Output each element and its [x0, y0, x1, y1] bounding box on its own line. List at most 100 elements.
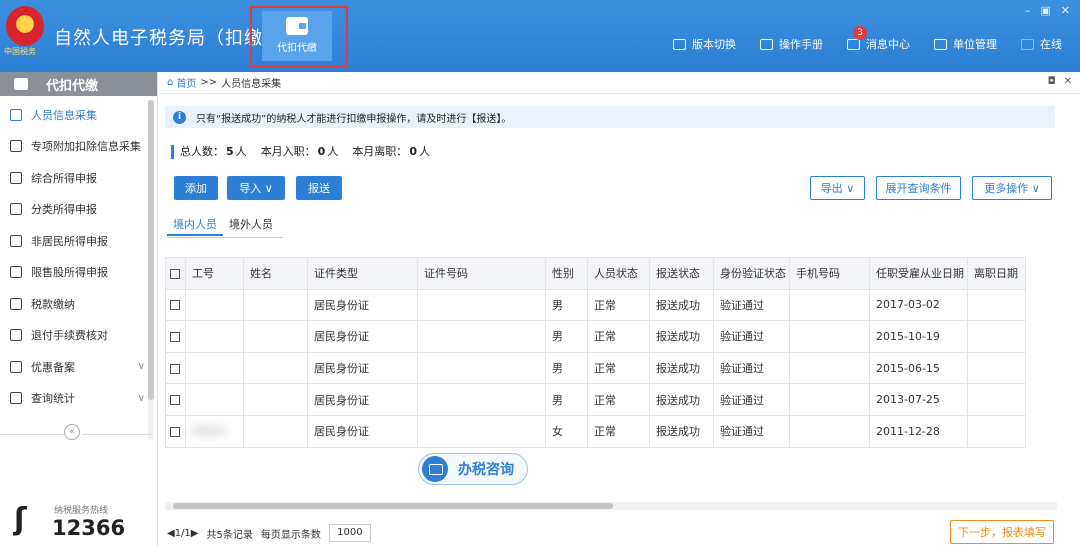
col-verify-status[interactable]: 身份验证状态	[713, 257, 790, 290]
sidebar-item-label: 退付手续费核对	[31, 329, 108, 343]
col-emp-id[interactable]: 工号	[185, 257, 244, 290]
sidebar-item-personnel-info[interactable]: 人员信息采集	[0, 99, 157, 131]
cell-name	[243, 288, 308, 322]
message-center-link[interactable]: 3 消息中心	[847, 26, 910, 52]
col-status[interactable]: 人员状态	[587, 257, 650, 290]
col-id-type[interactable]: 证件类型	[307, 257, 418, 290]
row-checkbox[interactable]	[165, 383, 186, 416]
tax-consult-button[interactable]: 办税咨询	[418, 453, 528, 485]
col-leave-date[interactable]: 离职日期	[967, 257, 1026, 290]
cell-status: 正常	[587, 288, 650, 322]
divider	[82, 434, 152, 435]
cell-name	[243, 414, 308, 448]
maximize-button[interactable]: ▣	[1040, 4, 1050, 17]
table-row[interactable]: F0031 居民身份证 女 正常 报送成功 验证通过 2011-12-28	[165, 414, 1026, 448]
cell-phone	[789, 414, 870, 448]
manual-icon	[760, 38, 773, 50]
checkbox-icon	[170, 331, 180, 342]
more-actions-button[interactable]: 更多操作 ∨	[972, 176, 1052, 200]
per-page-input[interactable]: 1000	[328, 524, 371, 542]
version-switch-link[interactable]: 版本切换	[673, 36, 736, 52]
hotline-logo-icon: ʃ	[14, 502, 27, 537]
sidebar-item-restricted-stock[interactable]: 限售股所得申报	[0, 257, 157, 289]
cell-leave-date	[967, 288, 1026, 322]
row-checkbox[interactable]	[165, 288, 186, 322]
cell-verify-status: 验证通过	[713, 288, 790, 322]
submit-button[interactable]: 报送	[296, 176, 342, 200]
sidebar-scroll-thumb[interactable]	[148, 100, 154, 400]
sidebar: 代扣代缴 人员信息采集 专项附加扣除信息采集 综合所得申报 分类所得申报 非居民…	[0, 72, 158, 546]
import-button[interactable]: 导入 ∨	[227, 176, 285, 200]
tax-emblem-icon	[6, 6, 44, 46]
left-count: 0	[409, 145, 417, 158]
tab-controls: ◘ ✕	[1048, 76, 1072, 87]
col-id-number[interactable]: 证件号码	[417, 257, 546, 290]
sidebar-item-fee-refund[interactable]: 退付手续费核对	[0, 320, 157, 352]
sidebar-item-classified-income[interactable]: 分类所得申报	[0, 194, 157, 226]
col-submit-status[interactable]: 报送状态	[649, 257, 714, 290]
cell-id-number	[417, 383, 546, 416]
hotline-label: 纳税服务热线	[54, 506, 109, 516]
sidebar-item-query-stats[interactable]: 查询统计 ∨	[0, 383, 157, 415]
app-header: 中国税务 自然人电子税务局（扣缴端） 代扣代缴 – ▣ ✕ 版本切换 操作手册 …	[0, 0, 1080, 72]
sidebar-item-preferential-filing[interactable]: 优惠备案 ∨	[0, 351, 157, 383]
pagination: ◀1/1▶ 共5条记录 每页显示条数 1000	[167, 524, 371, 542]
expand-query-button[interactable]: 展开查询条件	[876, 176, 961, 200]
cell-sex: 女	[545, 414, 588, 448]
online-status[interactable]: 在线	[1021, 36, 1062, 52]
pie-icon	[10, 203, 22, 216]
tab-domestic[interactable]: 境内人员	[167, 214, 223, 236]
module-button-withholding[interactable]: 代扣代缴	[262, 11, 332, 61]
org-icon	[934, 38, 947, 50]
cell-name	[243, 383, 308, 416]
close-tab-button[interactable]: ✕	[1064, 76, 1072, 87]
cell-phone	[789, 383, 870, 416]
table-row[interactable]: 居民身份证 男 正常 报送成功 验证通过 2017-03-02	[165, 288, 1026, 322]
horizontal-scrollbar[interactable]	[165, 502, 1057, 510]
person-icon	[10, 234, 22, 247]
row-checkbox[interactable]	[165, 414, 186, 448]
manual-label: 操作手册	[779, 38, 823, 51]
sidebar-item-special-deduction[interactable]: 专项附加扣除信息采集	[0, 131, 157, 163]
col-name[interactable]: 姓名	[243, 257, 308, 290]
unit-label: 人	[235, 145, 247, 158]
sidebar-item-label: 限售股所得申报	[31, 266, 108, 280]
org-management-link[interactable]: 单位管理	[934, 36, 997, 52]
sidebar-item-nonresident-income[interactable]: 非居民所得申报	[0, 225, 157, 257]
export-button[interactable]: 导出 ∨	[810, 176, 865, 200]
horizontal-scroll-thumb[interactable]	[173, 503, 613, 509]
col-phone[interactable]: 手机号码	[789, 257, 870, 290]
cell-verify-status: 验证通过	[713, 351, 790, 385]
list-icon	[10, 140, 22, 153]
sidebar-item-comprehensive-income[interactable]: 综合所得申报	[0, 162, 157, 194]
personnel-tabs: 境内人员 境外人员	[167, 214, 279, 236]
add-button[interactable]: 添加	[174, 176, 218, 200]
cell-verify-status: 验证通过	[713, 383, 790, 416]
table-row[interactable]: 居民身份证 男 正常 报送成功 验证通过 2015-10-19	[165, 320, 1026, 353]
col-hire-date[interactable]: 任职受雇从业日期	[869, 257, 968, 290]
row-checkbox[interactable]	[165, 351, 186, 385]
close-window-button[interactable]: ✕	[1061, 4, 1070, 17]
hired-label: 本月入职：	[260, 145, 316, 158]
manual-link[interactable]: 操作手册	[760, 36, 823, 52]
sidebar-item-tax-payment[interactable]: 税款缴纳	[0, 288, 157, 320]
breadcrumb-home-link[interactable]: 首页	[176, 75, 196, 90]
row-checkbox[interactable]	[165, 320, 186, 353]
pager-controls[interactable]: ◀1/1▶	[167, 528, 198, 539]
minimize-button[interactable]: –	[1025, 4, 1031, 17]
tab-overseas[interactable]: 境外人员	[223, 214, 279, 236]
notice-banner: i 只有“报送成功”的纳税人才能进行扣缴申报操作，请及时进行【报送】。	[165, 106, 1055, 128]
table-row[interactable]: 居民身份证 男 正常 报送成功 验证通过 2013-07-25	[165, 383, 1026, 416]
collapse-sidebar-button[interactable]: «	[64, 424, 80, 440]
next-step-button[interactable]: 下一步，报表填写	[950, 520, 1054, 544]
sidebar-scrollbar[interactable]	[148, 100, 154, 440]
select-all-checkbox[interactable]	[165, 257, 186, 290]
restore-tab-button[interactable]: ◘	[1048, 76, 1056, 87]
divider	[0, 434, 64, 435]
table-row[interactable]: 居民身份证 男 正常 报送成功 验证通过 2015-06-15	[165, 351, 1026, 385]
col-sex[interactable]: 性别	[545, 257, 588, 290]
unit-label: 人	[327, 145, 339, 158]
window-controls: – ▣ ✕	[1025, 4, 1070, 17]
cell-emp-id	[185, 351, 244, 385]
cell-sex: 男	[545, 288, 588, 322]
